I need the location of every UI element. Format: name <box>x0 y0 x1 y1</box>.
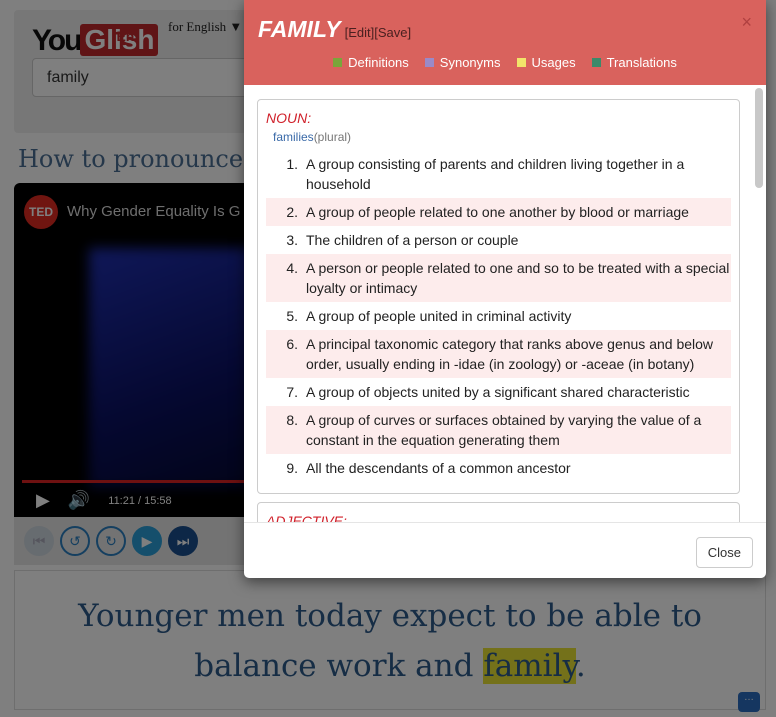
edit-link[interactable]: [Edit] <box>345 25 375 40</box>
definition-item: 5. A group of people united in criminal a… <box>266 302 731 330</box>
tab-label: Synonyms <box>439 55 501 70</box>
modal-body: NOUN: families(plural) 1. A group consist… <box>244 85 766 522</box>
tab-definitions[interactable]: Definitions <box>333 55 409 70</box>
tab-translations[interactable]: Translations <box>591 55 677 70</box>
definition-text: A principal taxonomic category that rank… <box>306 336 714 372</box>
close-icon[interactable]: × <box>741 12 752 33</box>
close-button[interactable]: Close <box>695 537 753 568</box>
definition-number: 9. <box>286 460 298 476</box>
definition-number: 5. <box>286 308 298 324</box>
tab-synonyms[interactable]: Synonyms <box>424 55 501 70</box>
plural-form: families(plural) <box>273 130 731 144</box>
pos-label: ADJECTIVE: <box>266 513 347 522</box>
adjective-section: ADJECTIVE: <box>257 502 740 522</box>
definition-modal: FAMILY [Edit][Save] × Definitions Synonyms… <box>244 0 766 578</box>
definition-item: 1. A group consisting of parents and chil… <box>266 150 731 198</box>
tab-label: Definitions <box>348 55 409 70</box>
tab-color-swatch <box>591 58 601 67</box>
definition-item: 2. A group of people related to one anoth… <box>266 198 731 226</box>
definition-item: 9. All the descendants of a common ancest… <box>266 454 731 482</box>
definition-item: 4. A person or people related to one and … <box>266 254 731 302</box>
definition-item: 3. The children of a person or couple <box>266 226 731 254</box>
definition-number: 1. <box>286 156 298 172</box>
tab-color-swatch <box>516 58 526 67</box>
modal-footer: Close <box>244 522 766 578</box>
definition-list: 1. A group consisting of parents and chil… <box>266 150 731 482</box>
definition-number: 6. <box>286 336 298 352</box>
tab-label: Usages <box>531 55 576 70</box>
word-title: FAMILY <box>258 16 341 42</box>
tab-color-swatch <box>424 58 434 67</box>
noun-section: NOUN: families(plural) 1. A group consist… <box>257 99 740 494</box>
definition-item: 6. A principal taxonomic category that ra… <box>266 330 731 378</box>
definition-text: A person or people related to one and so… <box>306 260 730 296</box>
plural-note: (plural) <box>313 130 352 144</box>
definition-item: 8. A group of curves or surfaces obtained… <box>266 406 731 454</box>
tab-usages[interactable]: Usages <box>516 55 576 70</box>
definition-number: 2. <box>286 204 298 220</box>
tab-color-swatch <box>333 58 343 67</box>
definition-item: 7. A group of objects united by a signifi… <box>266 378 731 406</box>
definition-text: A group of people united in criminal act… <box>306 308 572 324</box>
definition-text: The children of a person or couple <box>306 232 519 248</box>
definition-number: 8. <box>286 412 298 428</box>
modal-title: FAMILY [Edit][Save] <box>258 16 411 43</box>
tab-label: Translations <box>606 55 677 70</box>
definition-number: 4. <box>286 260 298 276</box>
scrollbar[interactable] <box>755 88 763 188</box>
save-link[interactable]: [Save] <box>374 25 411 40</box>
definition-number: 7. <box>286 384 298 400</box>
definition-text: A group consisting of parents and childr… <box>306 156 685 192</box>
modal-tabs: Definitions Synonyms Usages Translations <box>244 55 766 70</box>
definition-text: A group of curves or surfaces obtained b… <box>306 412 702 448</box>
modal-header: FAMILY [Edit][Save] × Definitions Synonyms… <box>244 0 766 85</box>
definition-number: 3. <box>286 232 298 248</box>
definition-text: A group of objects united by a significa… <box>306 384 690 400</box>
definition-text: A group of people related to one another… <box>306 204 689 220</box>
pos-label: NOUN: <box>266 110 312 126</box>
plural-word-link[interactable]: families <box>273 130 314 144</box>
definition-text: All the descendants of a common ancestor <box>306 460 571 476</box>
